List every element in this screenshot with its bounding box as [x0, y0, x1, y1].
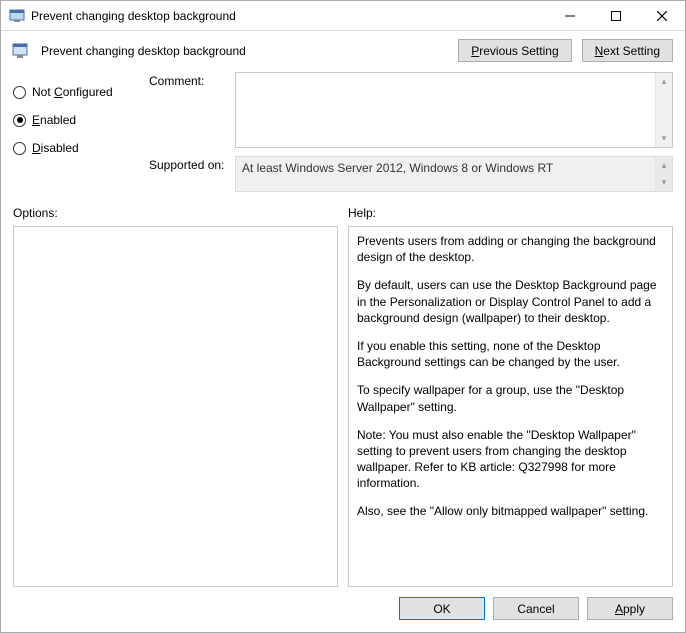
radio-disabled-label: Disabled: [32, 141, 79, 155]
policy-icon: [11, 41, 31, 61]
titlebar: Prevent changing desktop background: [1, 1, 685, 31]
next-accel: N: [595, 44, 604, 58]
comment-textarea[interactable]: ▴ ▾: [235, 72, 673, 148]
close-button[interactable]: [639, 1, 685, 30]
radio-not-configured[interactable]: Not Configured: [13, 78, 143, 106]
radio-disabled-dot: [13, 142, 26, 155]
comment-scrollbar[interactable]: ▴ ▾: [655, 73, 672, 147]
radio-not-configured-label: Not Configured: [32, 85, 113, 99]
scroll-down-icon: ▾: [656, 130, 672, 147]
lower-area: Options: Help: Prevents users from addin…: [1, 198, 685, 587]
config-area: Not Configured Enabled Disabled Comment:…: [1, 72, 685, 198]
help-paragraph: Also, see the "Allow only bitmapped wall…: [357, 503, 664, 519]
window-title: Prevent changing desktop background: [31, 9, 547, 23]
apply-button[interactable]: Apply: [587, 597, 673, 620]
help-paragraph: If you enable this setting, none of the …: [357, 338, 664, 370]
state-radios: Not Configured Enabled Disabled: [13, 72, 143, 192]
help-paragraph: By default, users can use the Desktop Ba…: [357, 277, 664, 326]
radio-disabled[interactable]: Disabled: [13, 134, 143, 162]
help-box[interactable]: Prevents users from adding or changing t…: [348, 226, 673, 587]
maximize-button[interactable]: [593, 1, 639, 30]
help-paragraph: To specify wallpaper for a group, use th…: [357, 382, 664, 414]
policy-header: Prevent changing desktop background Prev…: [1, 31, 685, 72]
dialog-footer: OK Cancel Apply: [1, 587, 685, 632]
ok-button[interactable]: OK: [399, 597, 485, 620]
apply-rest: pply: [623, 602, 645, 616]
scroll-down-icon: ▾: [656, 174, 672, 191]
radio-enabled-label: Enabled: [32, 113, 76, 127]
supported-on-label: Supported on:: [149, 156, 229, 172]
next-setting-button[interactable]: Next Setting: [582, 39, 673, 62]
supported-scrollbar[interactable]: ▴ ▾: [655, 157, 672, 191]
options-label: Options:: [13, 206, 338, 220]
window-controls: [547, 1, 685, 30]
help-paragraph: Prevents users from adding or changing t…: [357, 233, 664, 265]
radio-not-configured-dot: [13, 86, 26, 99]
options-box[interactable]: [13, 226, 338, 587]
help-pane: Help: Prevents users from adding or chan…: [348, 206, 673, 587]
help-paragraph: Note: You must also enable the "Desktop …: [357, 427, 664, 492]
prev-accel: P: [471, 44, 479, 58]
radio-enabled[interactable]: Enabled: [13, 106, 143, 134]
previous-setting-button[interactable]: Previous Setting: [458, 39, 571, 62]
next-post: ext Setting: [603, 44, 660, 58]
cancel-button[interactable]: Cancel: [493, 597, 579, 620]
options-pane: Options:: [13, 206, 338, 587]
supported-on-value: At least Windows Server 2012, Windows 8 …: [242, 161, 553, 175]
minimize-button[interactable]: [547, 1, 593, 30]
policy-title: Prevent changing desktop background: [41, 44, 448, 58]
comment-label: Comment:: [149, 72, 229, 88]
help-label: Help:: [348, 206, 673, 220]
radio-enabled-dot: [13, 114, 26, 127]
scroll-up-icon: ▴: [656, 73, 672, 90]
scroll-up-icon: ▴: [656, 157, 672, 174]
prev-post: revious Setting: [479, 44, 558, 58]
config-fields: Comment: ▴ ▾ Supported on: At least Wind…: [149, 72, 673, 192]
supported-on-box: At least Windows Server 2012, Windows 8 …: [235, 156, 673, 192]
app-icon: [9, 8, 25, 24]
apply-accel: A: [615, 602, 623, 616]
